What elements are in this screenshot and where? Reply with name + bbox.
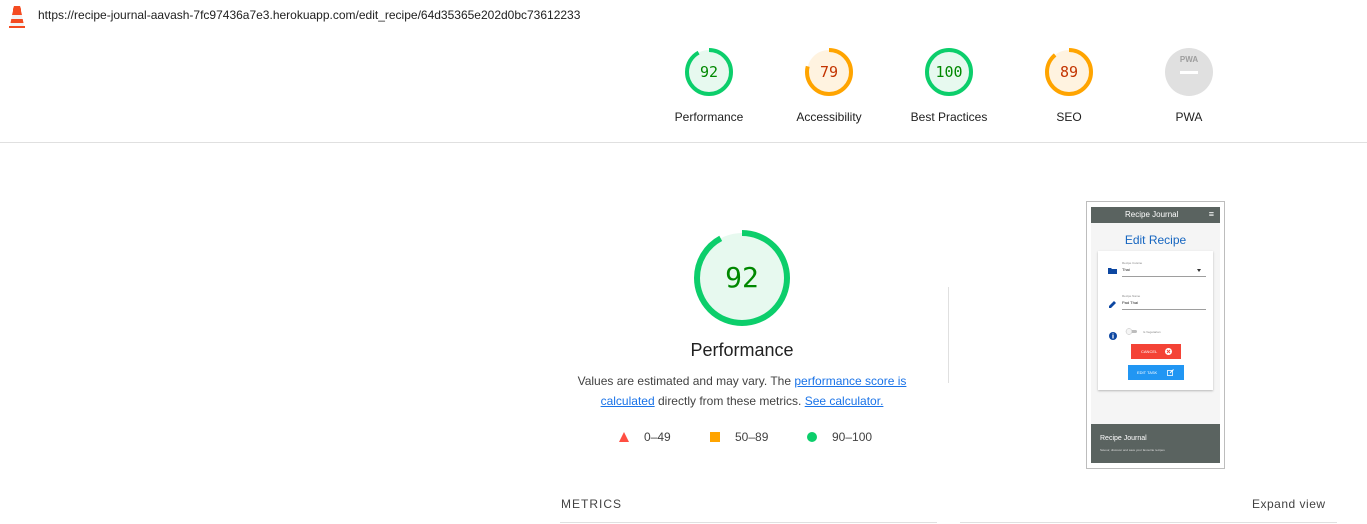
legend-range: 90–100	[832, 430, 873, 444]
toggle-icon	[1125, 328, 1137, 335]
gauge-label: PWA	[1175, 110, 1203, 124]
score-ring-icon: 92	[685, 48, 733, 96]
screenshot-toggle-label: Is Vegetarian	[1143, 330, 1161, 334]
score-value: 89	[1060, 63, 1078, 81]
screenshot-navbar: Recipe Journal ≡	[1091, 207, 1220, 223]
screenshot-brand: Recipe Journal	[1125, 210, 1179, 219]
scores-summary: 92 Performance 79 Accessibility 100 Best…	[0, 32, 1367, 143]
score-value: 100	[935, 63, 962, 81]
edit-icon	[1167, 369, 1174, 376]
page-url: https://recipe-journal-aavash-7fc97436a7…	[38, 8, 581, 22]
dropdown-icon	[1197, 269, 1201, 272]
gauge-seo[interactable]: 89 SEO	[1019, 46, 1119, 124]
circle-icon	[807, 432, 817, 442]
score-value: 92	[700, 63, 718, 81]
screenshot-content: Recipe Journal ≡ Edit Recipe Recipe Cuis…	[1091, 207, 1220, 463]
performance-gauge: 92	[694, 230, 790, 326]
metrics-divider	[560, 522, 937, 523]
screenshot-field-label: Recipe Cuisine	[1122, 261, 1143, 265]
gauge-label: Best Practices	[910, 110, 988, 124]
hamburger-icon: ≡	[1208, 209, 1214, 219]
screenshot-form-card: Recipe Cuisine Thai Recipe Name Pad Thai…	[1098, 251, 1213, 390]
divider	[948, 287, 949, 383]
gauge-best-practices[interactable]: 100 Best Practices	[899, 46, 999, 124]
screenshot-footer: Recipe Journal Savour, discover and save…	[1091, 424, 1220, 463]
performance-description: Values are estimated and may vary. The p…	[560, 371, 924, 411]
gauge-accessibility[interactable]: 79 Accessibility	[779, 46, 879, 124]
screenshot-field-value: Thai	[1122, 267, 1130, 272]
triangle-icon	[619, 432, 629, 442]
field-underline	[1122, 309, 1206, 310]
performance-title: Performance	[690, 340, 794, 360]
screenshot-field-label: Recipe Name	[1122, 294, 1141, 298]
metrics-heading: METRICS	[561, 497, 622, 511]
gauge-label: Performance	[674, 110, 744, 124]
legend-range: 50–89	[735, 430, 769, 444]
pencil-icon	[1109, 301, 1116, 308]
score-ring-icon: 89	[1045, 48, 1093, 96]
lighthouse-icon	[9, 6, 25, 28]
desc-text: directly from these metrics.	[654, 394, 805, 408]
performance-score: 92	[725, 261, 759, 294]
gauge-label: Accessibility	[796, 110, 862, 124]
folder-icon	[1108, 268, 1117, 274]
field-underline	[1122, 276, 1206, 277]
screenshot-edit-label: EDIT TASK	[1137, 370, 1158, 375]
report-header: https://recipe-journal-aavash-7fc97436a7…	[0, 0, 1367, 32]
calculator-link[interactable]: See calculator.	[805, 394, 884, 408]
screenshot-cancel-button: CANCEL	[1131, 344, 1181, 359]
info-icon	[1109, 332, 1117, 340]
gauge-performance[interactable]: 92 Performance	[659, 46, 759, 124]
close-circle-icon	[1165, 348, 1172, 355]
screenshot-cancel-label: CANCEL	[1141, 349, 1158, 354]
desc-text: Values are estimated and may vary. The	[577, 374, 795, 388]
screenshot-field-value: Pad Thai	[1122, 300, 1138, 305]
screenshot-footer-text: Savour, discover and save your favourite…	[1100, 448, 1165, 452]
pwa-icon: PWA	[1165, 48, 1213, 96]
screenshot-footer-title: Recipe Journal	[1100, 435, 1147, 442]
expand-view-toggle[interactable]: Expand view	[1252, 497, 1326, 511]
gauge-pwa[interactable]: PWA PWA	[1139, 46, 1239, 124]
metrics-divider	[960, 522, 1337, 523]
screenshot-edit-button: EDIT TASK	[1128, 365, 1184, 380]
score-ring-icon: 79	[805, 48, 853, 96]
score-value: 79	[820, 63, 838, 81]
legend-range: 0–49	[644, 430, 671, 444]
pwa-badge-text: PWA	[1180, 55, 1198, 64]
square-icon	[710, 432, 720, 442]
screenshot-page-title: Edit Recipe	[1124, 233, 1187, 247]
final-screenshot[interactable]: Recipe Journal ≡ Edit Recipe Recipe Cuis…	[1086, 201, 1225, 469]
gauge-label: SEO	[1056, 110, 1082, 124]
score-ring-icon: 100	[925, 48, 973, 96]
